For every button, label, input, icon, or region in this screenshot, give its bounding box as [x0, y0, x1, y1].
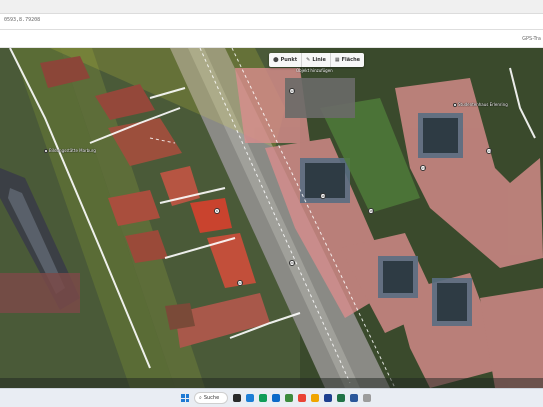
poi-marker[interactable]: 16 — [320, 193, 326, 199]
poi-marker[interactable]: 20 — [289, 260, 295, 266]
folder-app-icon[interactable] — [311, 394, 319, 402]
tool-area-label: Fläche — [341, 57, 361, 63]
taskbar: ⌕ Suche — [0, 388, 543, 407]
misc-app-icon[interactable] — [363, 394, 371, 402]
search-label: Suche — [203, 395, 220, 401]
address-text: 0593,8.79208 — [4, 17, 41, 23]
explorer-app-icon[interactable] — [285, 394, 293, 402]
map-label-text: Bildungsstätte Marburg — [49, 148, 96, 153]
address-bar[interactable]: 0593,8.79208 — [0, 14, 543, 30]
grid-icon: ▦ — [334, 57, 340, 63]
tool-area-button[interactable]: ▦ Fläche — [331, 53, 364, 67]
map-label-studentenhaus[interactable]: Studentenhaus Erlenring — [453, 102, 508, 107]
search-icon: ⌕ — [199, 395, 202, 401]
app-brand: GPS-Tra — [522, 36, 541, 42]
poi-marker[interactable]: 6 — [214, 208, 220, 214]
poi-marker[interactable]: 12 — [289, 88, 295, 94]
map-pin-icon — [44, 148, 48, 153]
browser-app-icon[interactable] — [246, 394, 254, 402]
tool-line-label: Linie — [312, 57, 326, 63]
pin-icon: ⬤ — [273, 57, 279, 63]
windows-start-icon[interactable] — [181, 394, 189, 402]
chat-app-icon[interactable] — [259, 394, 267, 402]
add-object-hint: Objekt hinzufügen — [296, 68, 333, 73]
poi-marker[interactable]: 22 — [237, 280, 243, 286]
pencil-icon: ✎ — [306, 57, 311, 63]
satellite-map[interactable] — [0, 48, 543, 388]
map-pin-icon — [453, 102, 457, 107]
chrome-app-icon[interactable] — [298, 394, 306, 402]
outlook-app-icon[interactable] — [324, 394, 332, 402]
excel-app-icon[interactable] — [337, 394, 345, 402]
map-view[interactable]: Bildungsstätte Marburg Studentenhaus Erl… — [0, 48, 543, 388]
tool-point-button[interactable]: ⬤ Punkt — [269, 53, 303, 67]
map-label-text: Studentenhaus Erlenring — [458, 102, 508, 107]
app-header: GPS-Tra — [0, 30, 543, 48]
tool-point-label: Punkt — [280, 57, 298, 63]
edge-app-icon[interactable] — [272, 394, 280, 402]
poi-marker[interactable]: 18 — [368, 208, 374, 214]
screen: 0593,8.79208 GPS-Tra Bildungsstätte Marb… — [0, 0, 543, 407]
task-view-icon[interactable] — [233, 394, 241, 402]
poi-marker[interactable]: 14 — [486, 148, 492, 154]
tool-line-button[interactable]: ✎ Linie — [302, 53, 331, 67]
map-edit-toolbar: ⬤ Punkt ✎ Linie ▦ Fläche — [269, 53, 365, 67]
map-label-bildungsstaette[interactable]: Bildungsstätte Marburg — [44, 148, 96, 153]
taskbar-search-input[interactable]: ⌕ Suche — [194, 392, 228, 404]
poi-marker[interactable]: 13 — [420, 165, 426, 171]
word-app-icon[interactable] — [350, 394, 358, 402]
browser-tab-bar — [0, 0, 543, 14]
